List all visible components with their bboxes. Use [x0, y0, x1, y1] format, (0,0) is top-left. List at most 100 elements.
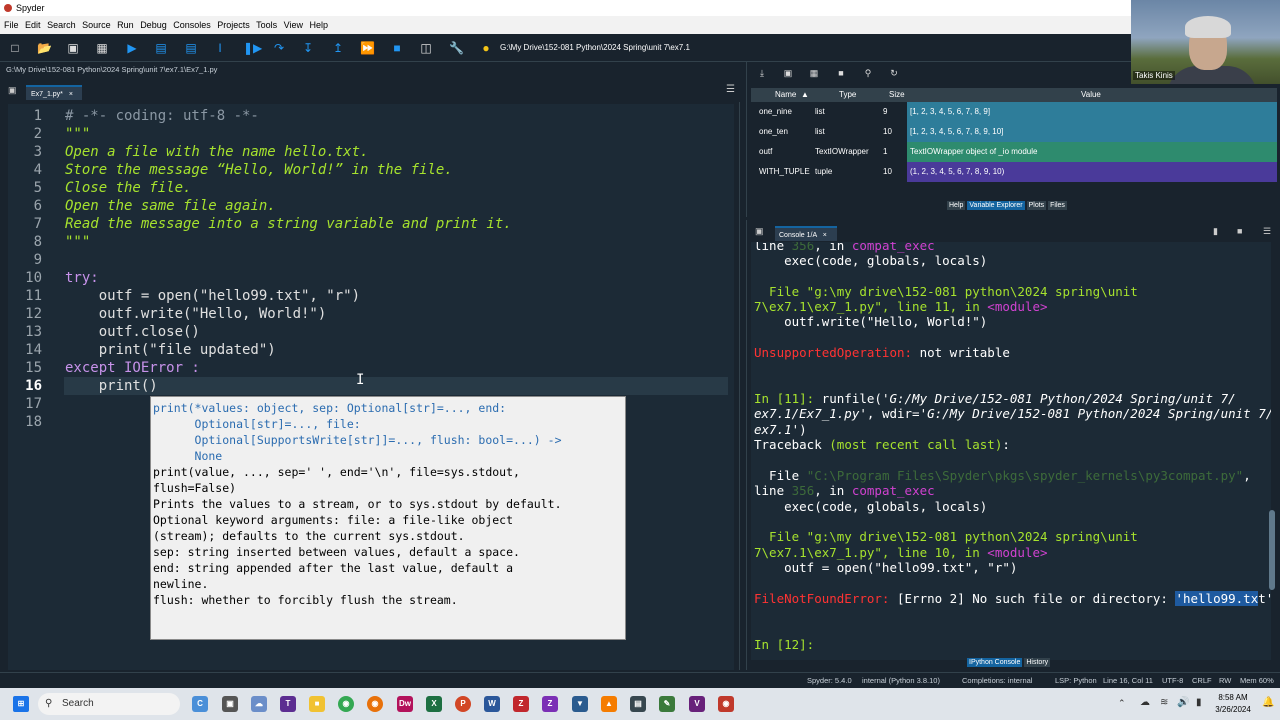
menu-projects[interactable]: Projects — [217, 20, 250, 30]
run-icon[interactable]: ▶ — [125, 41, 139, 55]
save-all-icon[interactable]: ▦ — [95, 41, 109, 55]
filezilla-icon[interactable]: Z — [513, 696, 529, 712]
run-selection-icon[interactable]: I — [213, 41, 227, 55]
task-view-icon[interactable]: ▣ — [222, 696, 238, 712]
variable-row[interactable]: one_nine list 9 [1, 2, 3, 4, 5, 6, 7, 8,… — [751, 102, 1277, 122]
menu-help[interactable]: Help — [310, 20, 329, 30]
menu-tools[interactable]: Tools — [256, 20, 277, 30]
tab-files[interactable]: Files — [1048, 201, 1067, 210]
menu-consoles[interactable]: Consoles — [173, 20, 211, 30]
save-data-icon[interactable]: ▣ — [781, 66, 795, 80]
save-data-as-icon[interactable]: ▦ — [807, 66, 821, 80]
browse-tabs-icon[interactable]: ▣ — [8, 85, 17, 96]
header-name[interactable]: Name — [775, 88, 796, 102]
tab-help[interactable]: Help — [947, 201, 966, 210]
step-icon[interactable]: ↷ — [272, 41, 286, 55]
chrome-icon[interactable]: ◉ — [338, 696, 354, 712]
maximize-pane-icon[interactable]: ◫ — [419, 41, 433, 55]
clock-date: 3/26/2024 — [1215, 705, 1251, 714]
refresh-icon[interactable]: ↻ — [887, 66, 901, 80]
console-prompt[interactable]: In [12]: — [754, 637, 814, 653]
word-icon[interactable]: W — [484, 696, 500, 712]
status-interpreter[interactable]: internal (Python 3.8.10) — [862, 673, 940, 689]
console-line: FileNotFoundError: [Errno 2] No such fil… — [754, 591, 1271, 606]
header-type[interactable]: Type — [839, 88, 856, 102]
menu-run[interactable]: Run — [117, 20, 134, 30]
vlc-icon[interactable]: ▲ — [601, 696, 617, 712]
browse-consoles-icon[interactable]: ▣ — [755, 226, 764, 237]
variable-row[interactable]: outf TextIOWrapper 1 TextIOWrapper objec… — [751, 142, 1277, 162]
line-number: 10 — [25, 270, 42, 286]
menu-file[interactable]: File — [4, 20, 19, 30]
run-cell-icon[interactable]: ▤ — [154, 41, 168, 55]
debug-icon[interactable]: ❚▶ — [243, 41, 262, 55]
header-size[interactable]: Size — [889, 88, 905, 102]
terminal-app-icon[interactable]: ▤ — [630, 696, 646, 712]
remote-app-icon[interactable]: ▼ — [572, 696, 588, 712]
notepad-app-icon[interactable]: ✎ — [659, 696, 675, 712]
onedrive-icon[interactable]: ☁ — [1140, 697, 1150, 708]
console-options-menu-icon[interactable]: ☰ — [1263, 226, 1271, 237]
visual-studio-icon[interactable]: V — [689, 696, 705, 712]
preferences-wrench-icon[interactable]: 🔧 — [449, 41, 464, 55]
status-eol: CRLF — [1192, 676, 1212, 685]
working-directory-field[interactable]: G:\My Drive\152-081 Python\2024 Spring\u… — [500, 41, 1130, 55]
variable-row[interactable]: one_ten list 10 [1, 2, 3, 4, 5, 6, 7, 8,… — [751, 122, 1277, 142]
taskbar-search-box[interactable]: ⚲ Search — [38, 693, 180, 715]
dreamweaver-icon[interactable]: Dw — [397, 696, 413, 712]
firefox-icon[interactable]: ◉ — [367, 696, 383, 712]
variable-size: 1 — [883, 147, 888, 156]
powerpoint-icon[interactable]: P — [455, 696, 471, 712]
python-path-icon[interactable]: ● — [479, 41, 493, 55]
spyder-taskbar-icon[interactable]: ◉ — [718, 696, 734, 712]
battery-icon[interactable]: ▮ — [1196, 697, 1202, 708]
continue-icon[interactable]: ⏩ — [360, 41, 375, 55]
menu-edit[interactable]: Edit — [25, 20, 41, 30]
editor-options-menu-icon[interactable]: ☰ — [726, 84, 735, 95]
stop-icon[interactable]: ■ — [390, 41, 404, 55]
zoom-app-icon[interactable]: Z — [542, 696, 558, 712]
editor-tab[interactable]: Ex7_1.py* × — [26, 85, 82, 100]
console-output[interactable]: line 356, in compat_exec exec(code, glob… — [751, 242, 1271, 660]
step-into-icon[interactable]: ↧ — [301, 41, 315, 55]
excel-icon[interactable]: X — [426, 696, 442, 712]
line-number: 7 — [33, 216, 42, 232]
new-file-icon[interactable]: □ — [8, 41, 22, 55]
windows-start-icon[interactable]: ⊞ — [13, 696, 29, 712]
spyder-logo-icon — [4, 4, 12, 12]
open-file-icon[interactable]: 📂 — [37, 41, 52, 55]
tab-ipython-console[interactable]: IPython Console — [967, 658, 1023, 667]
notifications-icon[interactable]: 🔔 — [1262, 697, 1274, 708]
import-data-icon[interactable]: ⤓ — [755, 66, 769, 80]
console-scrollbar[interactable] — [1269, 510, 1275, 590]
variable-row[interactable]: WITH_TUPLE tuple 10 (1, 2, 3, 4, 5, 6, 7… — [751, 162, 1277, 182]
remove-all-icon[interactable]: ■ — [834, 66, 848, 80]
calltip-line: print(value, ..., sep=' ', end='\n', fil… — [153, 465, 520, 479]
search-variables-icon[interactable]: ⚲ — [861, 66, 875, 80]
wifi-icon[interactable]: ≋ — [1160, 697, 1168, 708]
interrupt-kernel-icon[interactable]: ■ — [1237, 226, 1242, 236]
header-value[interactable]: Value — [1081, 88, 1101, 102]
volume-icon[interactable]: 🔊 — [1177, 697, 1189, 708]
show-hidden-icons-icon[interactable]: ⌃ — [1118, 698, 1126, 709]
taskbar-clock[interactable]: 8:58 AM 3/26/2024 — [1212, 692, 1254, 716]
line-number: 18 — [25, 414, 42, 430]
step-return-icon[interactable]: ↥ — [331, 41, 345, 55]
close-tab-icon[interactable]: × — [69, 91, 73, 98]
menu-search[interactable]: Search — [47, 20, 76, 30]
console-tab[interactable]: Console 1/A × — [775, 226, 837, 241]
close-console-icon[interactable]: × — [823, 232, 827, 239]
cloud-app-icon[interactable]: ☁ — [251, 696, 267, 712]
tab-variable-explorer[interactable]: Variable Explorer — [967, 201, 1025, 210]
menu-view[interactable]: View — [284, 20, 303, 30]
file-explorer-icon[interactable]: ■ — [309, 696, 325, 712]
copilot-icon[interactable]: C — [192, 696, 208, 712]
tab-history[interactable]: History — [1024, 658, 1051, 667]
menu-debug[interactable]: Debug — [140, 20, 167, 30]
remove-console-icon[interactable]: ▮ — [1213, 226, 1218, 237]
menu-source[interactable]: Source — [82, 20, 111, 30]
save-icon[interactable]: ▣ — [66, 41, 80, 55]
teams-icon[interactable]: T — [280, 696, 296, 712]
tab-plots[interactable]: Plots — [1026, 201, 1047, 210]
run-cell-advance-icon[interactable]: ▤ — [184, 41, 198, 55]
